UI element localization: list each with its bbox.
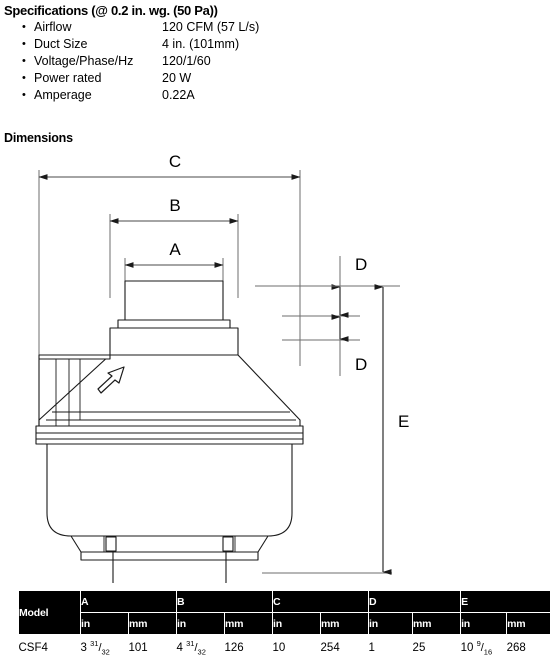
svg-text:E: E: [398, 412, 409, 431]
spec-label: Voltage/Phase/Hz: [34, 54, 134, 68]
spec-value: 0.22A: [162, 88, 195, 102]
column-header-b-in: in: [176, 612, 226, 635]
spec-label: Duct Size: [34, 37, 88, 51]
table-header-group-row: Model A B C D E: [18, 590, 550, 635]
column-header-b-mm: mm: [224, 612, 274, 635]
spec-row-airflow: • Airflow 120 CFM (57 L/s): [4, 19, 334, 36]
cell-c-in: 10: [272, 634, 321, 661]
bullet-icon: •: [22, 38, 26, 50]
svg-text:C: C: [169, 152, 181, 171]
column-header-group-c: C: [272, 590, 370, 613]
cell-b-mm: 126: [224, 634, 273, 661]
column-header-a-mm: mm: [127, 612, 178, 635]
cell-a-in: 3 31/32: [80, 634, 129, 661]
bullet-icon: •: [22, 21, 26, 33]
svg-text:D: D: [355, 255, 367, 274]
b-in-denominator: 32: [197, 647, 206, 657]
e-in-denominator: 16: [483, 647, 493, 657]
table-row: CSF4 3 31/32 101 4 31/32 126 10 254 1 25…: [18, 634, 550, 661]
cell-c-mm: 254: [320, 634, 369, 661]
spec-row-duct-size: • Duct Size 4 in. (101mm): [4, 36, 334, 53]
cell-b-in: 4 31/32: [176, 634, 225, 661]
a-in-denominator: 32: [101, 647, 110, 657]
dimensions-title: Dimensions: [4, 131, 73, 145]
spec-label: Power rated: [34, 71, 102, 85]
spec-value: 120 CFM (57 L/s): [162, 20, 260, 34]
column-header-d-in: in: [368, 612, 414, 635]
column-header-c-in: in: [272, 612, 322, 635]
column-header-a-in: in: [80, 612, 129, 635]
column-header-group-e: E: [460, 590, 550, 613]
column-header-e-mm: mm: [506, 612, 550, 635]
bullet-icon: •: [22, 55, 26, 67]
cell-e-mm: 268: [506, 634, 550, 661]
column-header-group-d: D: [368, 590, 462, 613]
a-in-whole: 3: [80, 642, 87, 654]
column-header-model: Model: [18, 590, 81, 635]
column-header-c-mm: mm: [320, 612, 370, 635]
column-header-group-b: B: [176, 590, 274, 613]
svg-text:A: A: [169, 240, 181, 259]
column-header-d-mm: mm: [412, 612, 462, 635]
specifications-title: Specifications (@ 0.2 in. wg. (50 Pa)): [4, 3, 218, 18]
cell-d-mm: 25: [412, 634, 461, 661]
dimensions-table: Model A B C D E in mm in mm in mm in mm …: [18, 590, 550, 661]
cell-d-in: 1: [368, 634, 413, 661]
table-header-unit-row: in mm in mm in mm in mm in mm: [19, 612, 550, 635]
column-header-group-a: A: [79, 590, 178, 613]
spec-row-amperage: • Amperage 0.22A: [4, 87, 334, 104]
cell-e-in: 10 9/16: [460, 634, 507, 661]
bullet-icon: •: [22, 72, 26, 84]
spec-label: Amperage: [34, 88, 92, 102]
spec-row-power-rated: • Power rated 20 W: [4, 70, 334, 87]
cell-model: CSF4: [18, 634, 81, 661]
spec-value: 120/1/60: [162, 54, 211, 68]
specifications-section: Specifications (@ 0.2 in. wg. (50 Pa)) •…: [4, 2, 334, 104]
spec-value: 20 W: [162, 71, 192, 85]
fan-dimension-drawing: C B A D D E: [0, 148, 550, 583]
column-header-e-in: in: [460, 612, 508, 635]
svg-text:B: B: [169, 196, 180, 215]
spec-value: 4 in. (101mm): [162, 37, 240, 51]
e-in-whole: 10: [460, 642, 474, 654]
bullet-icon: •: [22, 89, 26, 101]
spec-label: Airflow: [34, 20, 72, 34]
spec-row-voltage-phase-hz: • Voltage/Phase/Hz 120/1/60: [4, 53, 334, 70]
cell-a-mm: 101: [128, 634, 177, 661]
b-in-whole: 4: [176, 642, 183, 654]
svg-text:D: D: [355, 355, 367, 374]
